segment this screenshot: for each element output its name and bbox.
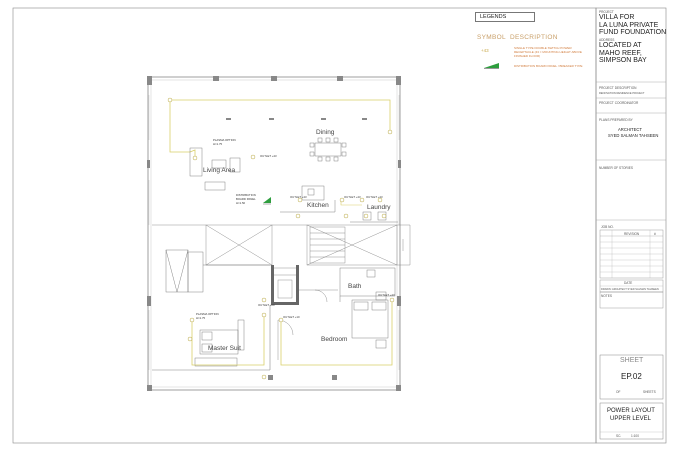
circuit-main [169, 100, 196, 160]
svg-text:H=1.75: H=1.75 [196, 316, 206, 320]
room-dining: Dining [316, 129, 335, 136]
svg-text:OUTLET +43: OUTLET +43 [378, 293, 395, 297]
stair [152, 224, 411, 266]
floor-plan: PLASMA OPTION H=1.75 OUTLET +43 DISTRIBU… [147, 76, 411, 391]
exterior-walls [147, 76, 401, 391]
columns [147, 76, 401, 391]
shaft-walls [271, 265, 299, 305]
svg-text:OUTLET +43: OUTLET +43 [366, 195, 383, 199]
room-living: Living Area [203, 167, 236, 174]
master-closet [165, 249, 270, 293]
svg-text:H=1.50: H=1.50 [236, 201, 246, 205]
room-kitchen: Kitchen [307, 202, 329, 209]
outlet-label-living: OUTLET +43 [260, 154, 277, 158]
svg-text:OUTLET +60: OUTLET +60 [258, 303, 275, 307]
room-master-suit: Master Suit [208, 345, 241, 352]
room-laundry: Laundry [367, 204, 391, 211]
svg-text:OUTLET +43: OUTLET +43 [290, 195, 307, 199]
svg-text:OUTLET +10: OUTLET +10 [283, 315, 300, 319]
bedroom-bed [351, 291, 389, 349]
laundry [350, 211, 398, 223]
room-bedroom: Bedroom [321, 336, 347, 343]
distribution-panel-icon [263, 197, 271, 205]
room-bath: Bath [348, 283, 362, 290]
svg-text:H=1.75: H=1.75 [213, 142, 223, 146]
svg-text:OUTLET +43: OUTLET +43 [344, 195, 361, 199]
dining-table [309, 137, 347, 162]
